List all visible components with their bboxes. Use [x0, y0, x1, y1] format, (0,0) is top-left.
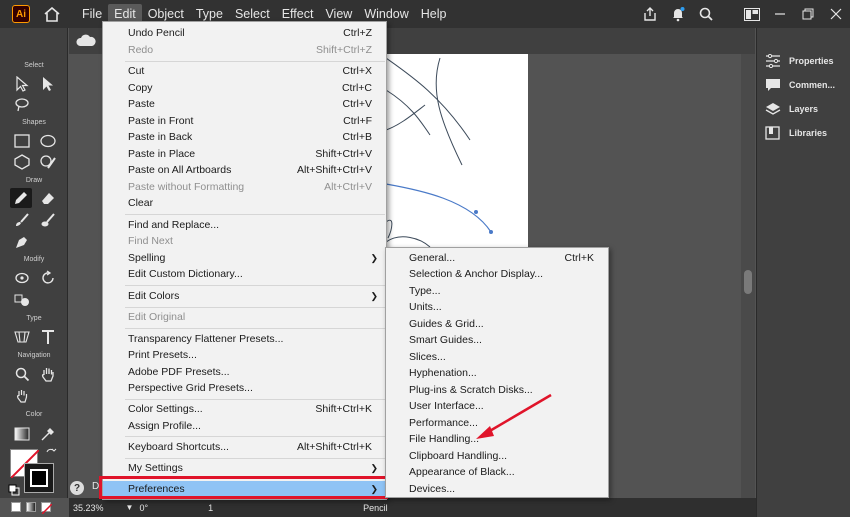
submenu-item-plugins-scratch-disks[interactable]: Plug-ins & Scratch Disks...: [386, 382, 608, 398]
edit-menu: Undo Pencil Ctrl+Z Redo Shift+Ctrl+Z Cut Ct…: [102, 21, 387, 500]
menu-item-paste-on-all-artboards[interactable]: Paste on All Artboards Alt+Shift+Ctrl+V: [103, 162, 386, 178]
menu-item-cut[interactable]: Cut Ctrl+X: [103, 63, 386, 79]
submenu-item-selection-anchor-display[interactable]: Selection & Anchor Display...: [386, 266, 608, 282]
menu-separator: [125, 214, 385, 215]
properties-icon: [764, 53, 782, 69]
menu-separator: [125, 399, 385, 400]
menu-separator: [125, 458, 385, 459]
artboard-number[interactable]: 1: [208, 503, 213, 513]
menu-item-print-presets[interactable]: Print Presets...: [103, 347, 386, 363]
submenu-item-clipboard-handling[interactable]: Clipboard Handling...: [386, 448, 608, 464]
submenu-item-user-interface[interactable]: User Interface...: [386, 398, 608, 414]
menu-separator: [125, 328, 385, 329]
menu-item-transparency-flattener-presets[interactable]: Transparency Flattener Presets...: [103, 331, 386, 347]
panel-layers-label: Layers: [789, 104, 819, 114]
menu-separator: [125, 285, 385, 286]
rotation-value[interactable]: 0°: [139, 503, 148, 513]
preferences-submenu: General... Ctrl+K Selection & Anchor Disp…: [385, 247, 609, 498]
menu-item-perspective-grid-presets[interactable]: Perspective Grid Presets...: [103, 380, 386, 396]
submenu-item-devices[interactable]: Devices...: [386, 481, 608, 497]
menu-item-my-settings[interactable]: My Settings ❯: [103, 460, 386, 476]
menu-item-paste-in-back[interactable]: Paste in Back Ctrl+B: [103, 129, 386, 145]
menu-item-paste-in-front[interactable]: Paste in Front Ctrl+F: [103, 113, 386, 129]
libraries-icon: [764, 125, 782, 141]
menu-item-undo[interactable]: Undo Pencil Ctrl+Z: [103, 25, 386, 41]
submenu-item-type[interactable]: Type...: [386, 283, 608, 299]
menu-item-paste-in-place[interactable]: Paste in Place Shift+Ctrl+V: [103, 146, 386, 162]
panel-layers[interactable]: Layers: [764, 99, 850, 119]
menu-item-find-next: Find Next: [128, 235, 173, 247]
panel-libraries-label: Libraries: [789, 128, 828, 138]
submenu-item-smart-guides[interactable]: Smart Guides...: [386, 332, 608, 348]
menu-item-adobe-pdf-presets[interactable]: Adobe PDF Presets...: [103, 364, 386, 380]
help-icon[interactable]: ?: [70, 481, 84, 495]
highlight-annotation-box: [99, 476, 388, 499]
menu-item-copy[interactable]: Copy Ctrl+C: [103, 80, 386, 96]
submenu-item-performance[interactable]: Performance...: [386, 415, 608, 431]
submenu-item-general[interactable]: General... Ctrl+K: [386, 250, 608, 266]
menu-item-paste[interactable]: Paste Ctrl+V: [103, 96, 386, 112]
submenu-item-appearance-of-black[interactable]: Appearance of Black...: [386, 464, 608, 480]
panel-properties[interactable]: Properties: [764, 51, 850, 71]
menu-item-keyboard-shortcuts[interactable]: Keyboard Shortcuts... Alt+Shift+Ctrl+K: [103, 439, 386, 455]
submenu-arrow-icon: ❯: [370, 252, 378, 263]
zoom-dropdown-icon[interactable]: ▼: [126, 503, 134, 512]
zoom-level[interactable]: 35.23%: [73, 503, 104, 513]
panel-comments-label: Commen...: [789, 80, 836, 90]
menu-item-edit-custom-dictionary[interactable]: Edit Custom Dictionary...: [103, 266, 386, 282]
status-bar: 35.23% ▼ 0° 1 Pencil: [69, 498, 756, 517]
submenu-arrow-icon: ❯: [370, 290, 378, 301]
current-tool-label: Pencil: [363, 502, 388, 513]
panel-properties-label: Properties: [789, 56, 834, 66]
vertical-scroll-thumb[interactable]: [744, 270, 752, 294]
menu-separator: [125, 61, 385, 62]
menu-item-redo: Redo Shift+Ctrl+Z: [128, 44, 372, 56]
menu-item-find-and-replace[interactable]: Find and Replace...: [103, 217, 386, 233]
menu-item-color-settings[interactable]: Color Settings... Shift+Ctrl+K: [103, 401, 386, 417]
comments-icon: [764, 77, 782, 93]
panel-libraries[interactable]: Libraries: [764, 123, 850, 143]
submenu-item-units[interactable]: Units...: [386, 299, 608, 315]
submenu-item-slices[interactable]: Slices...: [386, 349, 608, 365]
submenu-arrow-icon: ❯: [370, 462, 378, 473]
menu-separator: [125, 436, 385, 437]
menu-item-clear[interactable]: Clear: [103, 195, 386, 211]
menu-item-spelling[interactable]: Spelling ❯: [103, 250, 386, 266]
submenu-item-guides-grid[interactable]: Guides & Grid...: [386, 316, 608, 332]
submenu-item-hyphenation[interactable]: Hyphenation...: [386, 365, 608, 381]
menu-item-edit-colors[interactable]: Edit Colors ❯: [103, 288, 386, 304]
submenu-item-file-handling[interactable]: File Handling...: [386, 431, 608, 447]
layers-icon: [764, 101, 782, 117]
menu-item-edit-original: Edit Original: [128, 311, 186, 323]
menu-item-paste-without-formatting: Paste without Formatting Alt+Ctrl+V: [128, 181, 372, 193]
panel-comments[interactable]: Commen...: [764, 75, 850, 95]
menu-item-assign-profile[interactable]: Assign Profile...: [103, 418, 386, 434]
menu-separator: [125, 307, 385, 308]
